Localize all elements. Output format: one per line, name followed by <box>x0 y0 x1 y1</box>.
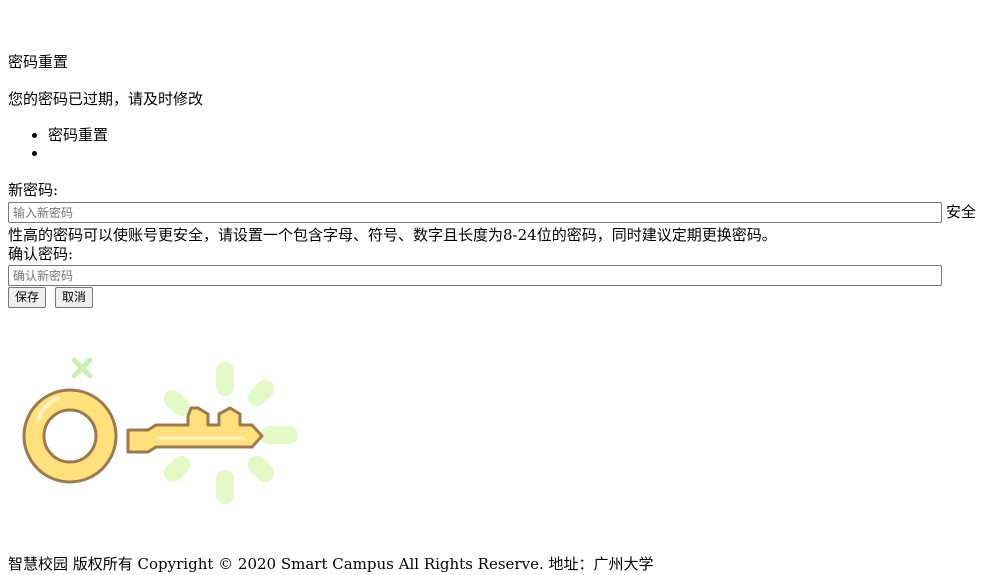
cancel-button[interactable]: 取消 <box>55 287 94 308</box>
password-hint-part1: 安全 <box>946 203 977 221</box>
tab-password-reset[interactable]: 密码重置 <box>48 126 108 144</box>
footer-copyright: 智慧校园 版权所有 Copyright © 2020 Smart Campus … <box>8 555 654 573</box>
tab-list: 密码重置 <box>8 126 108 162</box>
page-subtitle: 您的密码已过期，请及时修改 <box>8 90 204 108</box>
save-button[interactable]: 保存 <box>8 287 47 308</box>
confirm-password-input[interactable] <box>8 265 942 286</box>
confirm-password-label: 确认密码: <box>8 245 74 263</box>
page-title: 密码重置 <box>8 53 69 71</box>
cross-sparkle-icon <box>71 357 93 379</box>
key-icon <box>22 357 298 504</box>
password-hint-part2: 性高的密码可以使账号更安全，请设置一个包含字母、符号、数字且长度为8-24位的密… <box>8 226 777 244</box>
key-illustration <box>8 350 308 510</box>
tab-empty[interactable] <box>48 144 108 162</box>
new-password-label: 新密码: <box>8 181 59 199</box>
password-reset-page: 密码重置 您的密码已过期，请及时修改 密码重置 新密码: 安全 性高的密码可以使… <box>0 0 988 575</box>
new-password-input[interactable] <box>8 202 942 223</box>
